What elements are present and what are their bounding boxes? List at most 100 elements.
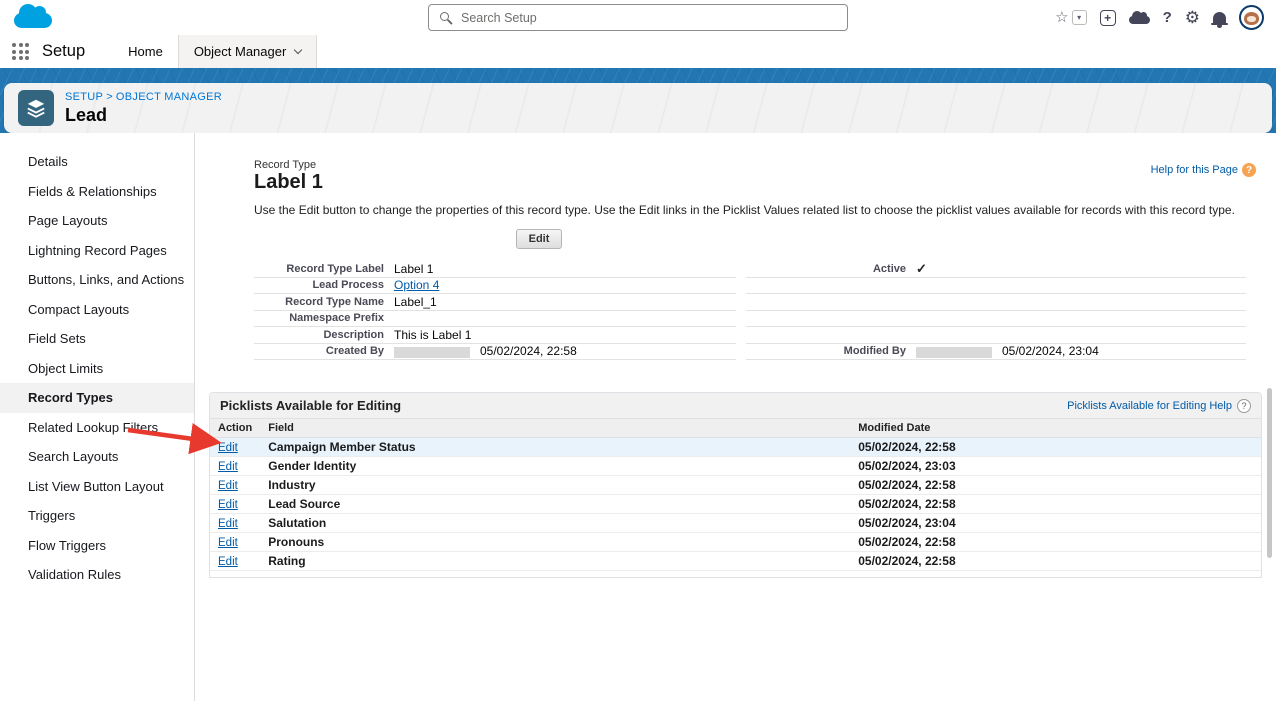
detail-row-empty xyxy=(746,327,1246,344)
sidebar-item-triggers[interactable]: Triggers xyxy=(0,501,194,531)
detail-row: Active ✓ xyxy=(746,261,1246,278)
edit-link-pronouns[interactable]: Edit xyxy=(218,537,238,549)
modified-by-value: 05/02/2024, 23:04 xyxy=(916,344,1246,358)
picklist-modified-date: 05/02/2024, 22:58 xyxy=(850,533,1261,552)
app-name: Setup xyxy=(42,42,85,61)
sidebar-item-validation-rules[interactable]: Validation Rules xyxy=(0,560,194,590)
notifications-bell-icon[interactable] xyxy=(1213,12,1226,24)
help-for-this-page-link[interactable]: Help for this Page ? xyxy=(1151,163,1256,177)
detail-row-empty xyxy=(746,294,1246,311)
question-circle-icon: ? xyxy=(1237,399,1251,413)
tab-home-label: Home xyxy=(128,44,163,59)
detail-row-empty xyxy=(746,311,1246,328)
tab-object-manager[interactable]: Object Manager xyxy=(178,35,318,68)
breadcrumb-object-manager[interactable]: OBJECT MANAGER xyxy=(116,91,222,103)
picklist-field-name: Lead Source xyxy=(260,495,850,514)
user-avatar[interactable] xyxy=(1239,5,1264,30)
field-label: Record Type Name xyxy=(254,296,394,308)
sidebar-item-fields-relationships[interactable]: Fields & Relationships xyxy=(0,177,194,207)
setup-navbar: Setup Home Object Manager xyxy=(0,35,1276,68)
object-title: Lead xyxy=(65,105,222,126)
edit-link-campaign-member-status[interactable]: Edit xyxy=(218,442,238,454)
sidebar-item-lightning-record-pages[interactable]: Lightning Record Pages xyxy=(0,236,194,266)
detail-row: Record Type Name Label_1 xyxy=(254,294,736,311)
field-label: Description xyxy=(254,329,394,341)
picklist-field-name: Salutation xyxy=(260,514,850,533)
sidebar-item-search-layouts[interactable]: Search Layouts xyxy=(0,442,194,472)
sidebar-item-compact-layouts[interactable]: Compact Layouts xyxy=(0,295,194,325)
redacted-user-name xyxy=(394,347,470,358)
picklist-field-name: Pronouns xyxy=(260,533,850,552)
help-icon[interactable]: ? xyxy=(1163,9,1172,26)
breadcrumb-setup[interactable]: SETUP xyxy=(65,91,103,103)
global-search xyxy=(428,4,848,31)
sidebar-item-details[interactable]: Details xyxy=(0,147,194,177)
tab-object-manager-label: Object Manager xyxy=(194,44,287,59)
field-label: Modified By xyxy=(746,345,916,357)
field-label: Lead Process xyxy=(254,279,394,291)
search-input[interactable] xyxy=(428,4,848,31)
breadcrumb-separator: > xyxy=(106,91,113,103)
favorites-dropdown-icon[interactable]: ▾ xyxy=(1072,10,1087,25)
global-actions-icon[interactable]: + xyxy=(1100,10,1116,26)
edit-button[interactable]: Edit xyxy=(516,229,563,249)
edit-link-lead-source[interactable]: Edit xyxy=(218,499,238,511)
picklists-help-link[interactable]: Picklists Available for Editing Help ? xyxy=(1067,399,1251,413)
sidebar-item-field-sets[interactable]: Field Sets xyxy=(0,324,194,354)
modified-date: 05/02/2024, 23:04 xyxy=(1002,344,1099,358)
detail-row: Lead Process Option 4 xyxy=(254,278,736,295)
global-header: ☆ ▾ + ? ⚙ xyxy=(0,0,1276,35)
setup-gear-icon[interactable]: ⚙ xyxy=(1185,9,1200,26)
picklist-modified-date: 05/02/2024, 22:58 xyxy=(850,495,1261,514)
picklist-modified-date: 05/02/2024, 22:58 xyxy=(850,552,1261,571)
favorites-combo: ☆ ▾ xyxy=(1055,10,1086,25)
search-icon xyxy=(440,12,449,21)
lead-process-link[interactable]: Option 4 xyxy=(394,278,439,292)
sidebar-item-related-lookup-filters[interactable]: Related Lookup Filters xyxy=(0,413,194,443)
detail-row: Namespace Prefix xyxy=(254,311,736,328)
sidebar-item-buttons-links-actions[interactable]: Buttons, Links, and Actions xyxy=(0,265,194,295)
field-label: Namespace Prefix xyxy=(254,312,394,324)
object-sidebar: Details Fields & Relationships Page Layo… xyxy=(0,133,195,701)
record-type-main: Help for this Page ? Record Type Label 1… xyxy=(195,133,1276,701)
table-row: Edit Salutation 05/02/2024, 23:04 xyxy=(210,514,1261,533)
sidebar-item-page-layouts[interactable]: Page Layouts xyxy=(0,206,194,236)
picklist-modified-date: 05/02/2024, 23:03 xyxy=(850,457,1261,476)
guidance-center-icon[interactable] xyxy=(1129,16,1150,24)
picklist-field-name: Campaign Member Status xyxy=(260,438,850,457)
table-row: Edit Lead Source 05/02/2024, 22:58 xyxy=(210,495,1261,514)
table-row: Edit Pronouns 05/02/2024, 22:58 xyxy=(210,533,1261,552)
breadcrumb: SETUP>OBJECT MANAGER xyxy=(65,91,222,103)
edit-link-industry[interactable]: Edit xyxy=(218,480,238,492)
table-row: Edit Gender Identity 05/02/2024, 23:03 xyxy=(210,457,1261,476)
picklists-related-list: Picklists Available for Editing Picklist… xyxy=(209,392,1262,578)
app-launcher-icon[interactable] xyxy=(12,43,29,60)
picklists-title: Picklists Available for Editing xyxy=(220,398,401,413)
sidebar-item-flow-triggers[interactable]: Flow Triggers xyxy=(0,531,194,561)
record-type-detail: Record Type Label Label 1 Lead Process O… xyxy=(254,261,1262,360)
created-date: 05/02/2024, 22:58 xyxy=(480,344,577,358)
sidebar-item-object-limits[interactable]: Object Limits xyxy=(0,354,194,384)
detail-row: Description This is Label 1 xyxy=(254,327,736,344)
edit-link-gender-identity[interactable]: Edit xyxy=(218,461,238,473)
edit-link-rating[interactable]: Edit xyxy=(218,556,238,568)
tab-home[interactable]: Home xyxy=(113,35,178,68)
picklists-help-label: Picklists Available for Editing Help xyxy=(1067,400,1232,412)
created-by-value: 05/02/2024, 22:58 xyxy=(394,344,736,358)
help-orange-icon: ? xyxy=(1242,163,1256,177)
detail-row: Modified By 05/02/2024, 23:04 xyxy=(746,344,1246,361)
field-value: Label_1 xyxy=(394,295,736,309)
vertical-scrollbar[interactable] xyxy=(1267,388,1272,558)
chevron-down-icon xyxy=(294,46,302,54)
column-header-field: Field xyxy=(260,419,850,438)
field-label: Record Type Label xyxy=(254,263,394,275)
field-value: This is Label 1 xyxy=(394,328,736,342)
field-label: Created By xyxy=(254,345,394,357)
sidebar-item-list-view-button-layout[interactable]: List View Button Layout xyxy=(0,472,194,502)
table-row: Edit Campaign Member Status 05/02/2024, … xyxy=(210,438,1261,457)
column-header-action: Action xyxy=(210,419,260,438)
edit-link-salutation[interactable]: Edit xyxy=(218,518,238,530)
favorites-star-icon[interactable]: ☆ xyxy=(1055,10,1068,25)
sidebar-item-record-types[interactable]: Record Types xyxy=(0,383,194,413)
picklist-field-name: Gender Identity xyxy=(260,457,850,476)
